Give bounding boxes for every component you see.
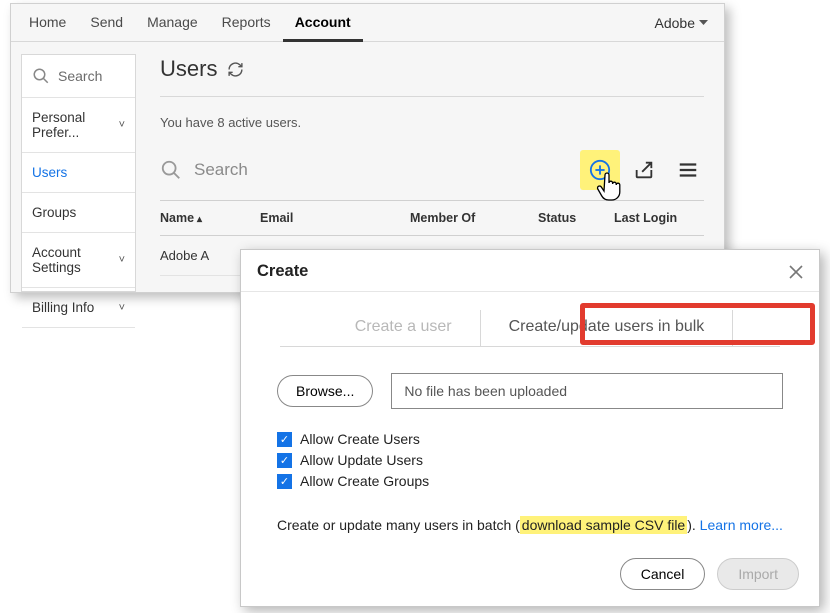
users-search-placeholder: Search [194, 160, 248, 180]
brand-label: Adobe [655, 15, 695, 31]
browse-button[interactable]: Browse... [277, 375, 373, 407]
search-icon [160, 159, 182, 181]
nav-home[interactable]: Home [17, 4, 78, 42]
create-user-modal: Create Create a user Create/update users… [240, 249, 820, 607]
add-user-wrap [584, 154, 616, 186]
options-group: ✓ Allow Create Users ✓ Allow Update User… [277, 431, 783, 489]
modal-title: Create [257, 262, 308, 281]
modal-footer: Cancel Import [241, 538, 819, 606]
check-label: Allow Create Users [300, 431, 420, 447]
users-table-header: Name Email Member Of Status Last Login [160, 200, 704, 236]
hint-pre: Create or update many users in batch ( [277, 517, 520, 533]
chevron-down-icon: ˅ [119, 254, 125, 266]
column-email[interactable]: Email [260, 211, 410, 225]
column-member-of[interactable]: Member Of [410, 211, 538, 225]
users-search[interactable]: Search [160, 159, 572, 181]
sidebar-item-account-settings[interactable]: Account Settings ˅ [22, 233, 135, 288]
sidebar-item-label: Personal Prefer... [32, 110, 119, 140]
export-button[interactable] [628, 154, 660, 186]
sidebar-item-groups[interactable]: Groups [22, 193, 135, 233]
sidebar-item-users[interactable]: Users [22, 153, 135, 193]
hint-post: ). [687, 517, 699, 533]
brand-menu[interactable]: Adobe [655, 15, 718, 31]
sidebar-item-preferences[interactable]: Personal Prefer... ˅ [22, 98, 135, 153]
menu-button[interactable] [672, 154, 704, 186]
sidebar-item-billing[interactable]: Billing Info ˅ [22, 288, 135, 328]
sidebar: Search Personal Prefer... ˅ Users Groups… [21, 54, 136, 292]
checkbox-icon[interactable]: ✓ [277, 474, 292, 489]
check-allow-create-groups[interactable]: ✓ Allow Create Groups [277, 473, 783, 489]
sidebar-search-label: Search [58, 68, 102, 84]
download-sample-link[interactable]: download sample CSV file [520, 516, 687, 534]
sidebar-search[interactable]: Search [22, 55, 135, 98]
column-status[interactable]: Status [538, 211, 614, 225]
search-icon [32, 67, 50, 85]
sidebar-item-label: Groups [32, 205, 76, 220]
close-icon[interactable] [789, 265, 803, 279]
nav-reports[interactable]: Reports [210, 4, 283, 42]
top-nav: Home Send Manage Reports Account Adobe [11, 4, 724, 42]
learn-more-link[interactable]: Learn more... [700, 517, 783, 533]
caret-down-icon [699, 20, 708, 26]
check-label: Allow Update Users [300, 452, 423, 468]
active-user-count: You have 8 active users. [160, 115, 704, 130]
modal-tabs: Create a user Create/update users in bul… [280, 310, 780, 347]
bulk-hint: Create or update many users in batch (do… [277, 517, 783, 533]
sidebar-item-label: Billing Info [32, 300, 94, 315]
page-title-row: Users [160, 56, 704, 97]
cursor-hand-icon [596, 172, 622, 202]
checkbox-icon[interactable]: ✓ [277, 453, 292, 468]
cancel-button[interactable]: Cancel [620, 558, 706, 590]
modal-header: Create [241, 250, 819, 292]
sidebar-item-label: Users [32, 165, 67, 180]
chevron-down-icon: ˅ [119, 119, 125, 131]
chevron-down-icon: ˅ [119, 302, 125, 314]
users-toolbar: Search [160, 154, 704, 186]
check-allow-update-users[interactable]: ✓ Allow Update Users [277, 452, 783, 468]
nav-account[interactable]: Account [283, 4, 363, 42]
sidebar-item-label: Account Settings [32, 245, 119, 275]
file-upload-row: Browse... No file has been uploaded [277, 373, 783, 409]
nav-send[interactable]: Send [78, 4, 135, 42]
file-status-field: No file has been uploaded [391, 373, 783, 409]
column-name[interactable]: Name [160, 211, 260, 225]
nav-manage[interactable]: Manage [135, 4, 210, 42]
refresh-icon[interactable] [227, 61, 244, 78]
page-title: Users [160, 56, 217, 82]
checkbox-icon[interactable]: ✓ [277, 432, 292, 447]
column-last-login[interactable]: Last Login [614, 211, 704, 225]
check-label: Allow Create Groups [300, 473, 429, 489]
import-button[interactable]: Import [717, 558, 799, 590]
tab-bulk-users[interactable]: Create/update users in bulk [481, 310, 734, 346]
check-allow-create-users[interactable]: ✓ Allow Create Users [277, 431, 783, 447]
tab-create-user[interactable]: Create a user [327, 310, 481, 346]
